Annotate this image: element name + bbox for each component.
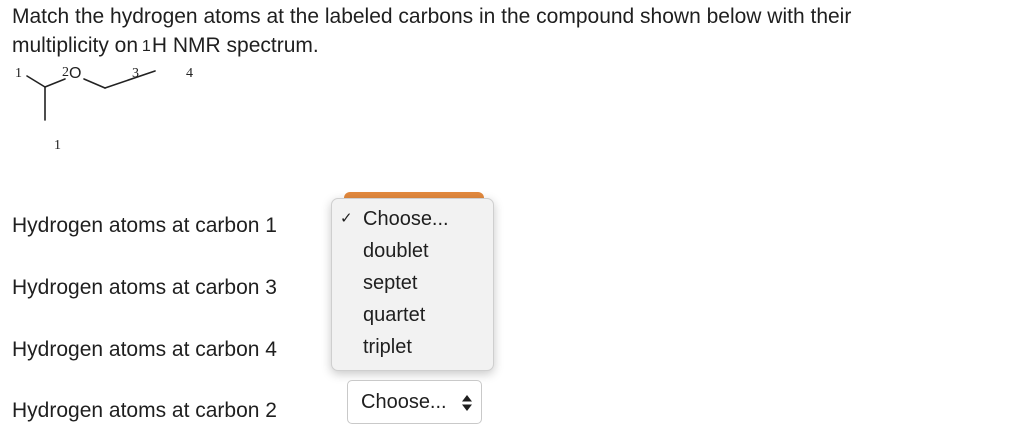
row-label-carbon-3: Hydrogen atoms at carbon 3 [12,276,277,299]
up-down-arrows-icon [461,394,473,412]
question-text: Match the hydrogen atoms at the labeled … [12,2,1012,60]
question-line-2-start: multiplicity on [12,34,139,57]
check-icon: ✓ [340,210,353,227]
bond-c1-c2 [26,75,46,88]
question-line-2: multiplicity on 1H NMR spectrum. [12,31,1012,60]
row-label-carbon-2: Hydrogen atoms at carbon 2 [12,399,277,422]
carbon-1-dropdown-menu: ✓ Choose... doublet septet quartet tripl… [331,198,494,371]
question-line-1: Match the hydrogen atoms at the labeled … [12,5,852,28]
option-label: septet [363,272,418,294]
option-choose[interactable]: ✓ Choose... [332,203,493,235]
atom-label-1-left: 1 [15,66,22,81]
molecule-svg: 1 2 O 3 4 1 [15,65,193,153]
atom-label-2: 2 [62,65,69,80]
question-line-2-end: H NMR spectrum. [151,34,319,57]
option-doublet[interactable]: doublet [332,235,493,267]
carbon-2-select[interactable]: Choose... [347,380,482,424]
superscript-one: 1 [141,38,151,55]
option-label: Choose... [363,208,449,230]
row-label-carbon-1: Hydrogen atoms at carbon 1 [12,214,277,237]
atom-label-1-bottom: 1 [54,138,61,153]
atom-label-3: 3 [132,66,139,81]
atom-label-4: 4 [186,66,193,81]
option-label: doublet [363,240,429,262]
bond-o-c3 [83,78,106,89]
bond-c2-o [44,78,66,88]
option-label: triplet [363,336,412,358]
bond-c3-c4 [104,70,156,89]
option-label: quartet [363,304,426,326]
atom-label-oxygen: O [69,65,81,82]
option-quartet[interactable]: quartet [332,299,493,331]
option-septet[interactable]: septet [332,267,493,299]
row-label-carbon-4: Hydrogen atoms at carbon 4 [12,338,277,361]
option-triplet[interactable]: triplet [332,331,493,363]
molecule-structure: 1 2 O 3 4 1 [10,60,210,160]
select-value: Choose... [361,391,447,413]
